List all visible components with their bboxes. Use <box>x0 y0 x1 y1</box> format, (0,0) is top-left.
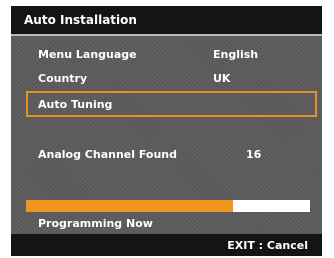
title-bar: Auto Installation <box>11 6 322 36</box>
menu-title: Auto Installation <box>24 13 137 27</box>
country-value[interactable]: UK <box>213 72 230 85</box>
menu-language-label[interactable]: Menu Language <box>38 48 137 61</box>
auto-tuning-label: Auto Tuning <box>38 98 113 111</box>
analog-channel-count: 16 <box>246 148 262 161</box>
menu-language-value[interactable]: English <box>213 48 258 61</box>
country-label[interactable]: Country <box>38 72 87 85</box>
programming-status: Programming Now <box>38 217 153 230</box>
analog-channel-found-label: Analog Channel Found <box>38 148 178 161</box>
footer-bar: EXIT : Cancel <box>11 234 322 256</box>
auto-tuning-item[interactable]: Auto Tuning <box>26 91 317 117</box>
progress-fill <box>26 200 234 212</box>
progress-bar <box>26 200 310 212</box>
osd-menu: Auto Installation Menu Language English … <box>11 6 322 256</box>
exit-cancel-hint[interactable]: EXIT : Cancel <box>227 239 308 252</box>
